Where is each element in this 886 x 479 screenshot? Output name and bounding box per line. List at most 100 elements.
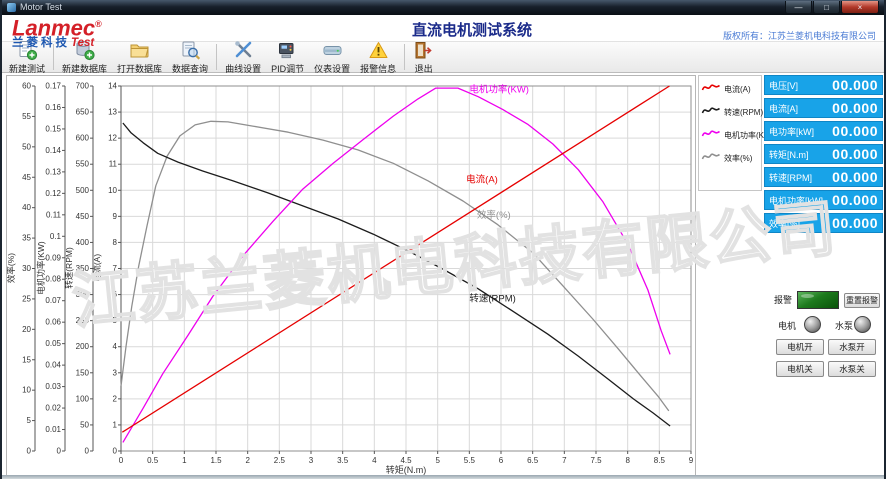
svg-text:5: 5: [113, 316, 118, 325]
readout-value: 00.000: [832, 77, 878, 93]
svg-text:0.11: 0.11: [46, 210, 62, 219]
svg-text:4: 4: [372, 456, 377, 465]
svg-text:50: 50: [80, 420, 89, 429]
chart-panel: 051015202530354045505560效率(%)00.010.020.…: [6, 75, 696, 476]
svg-text:3: 3: [113, 368, 118, 377]
svg-text:0.06: 0.06: [45, 318, 61, 327]
legend-label: 转速(RPM): [724, 107, 763, 118]
svg-text:400: 400: [76, 238, 90, 247]
svg-text:700: 700: [76, 82, 90, 91]
readout-row: 转速[RPM]00.000: [764, 167, 883, 187]
legend-item: 效率(%): [701, 149, 759, 167]
svg-text:0.15: 0.15: [45, 124, 61, 133]
readout-row: 电压[V]00.000: [764, 75, 883, 95]
readout-row: 电机功率[kW]00.000: [764, 190, 883, 210]
header: Lanmec® 兰菱科技Test 直流电机测试系统 版权所有：江苏兰菱机电科技有…: [2, 15, 884, 41]
legend-wave-icon: [701, 103, 721, 121]
svg-text:5: 5: [435, 456, 440, 465]
close-button[interactable]: ×: [841, 1, 879, 14]
legend-wave-icon: [701, 149, 721, 167]
svg-text:0: 0: [27, 447, 32, 456]
svg-text:550: 550: [76, 160, 90, 169]
logo-subtitle: 兰菱科技Test: [12, 38, 102, 48]
pid-tune-icon: [277, 40, 298, 64]
readout-value: 00.000: [832, 100, 878, 116]
svg-text:7: 7: [113, 264, 118, 273]
series-label: 电机功率(KW): [469, 83, 529, 95]
svg-text:转速(RPM): 转速(RPM): [64, 247, 74, 289]
toolbar-button-meter-settings[interactable]: 仪表设置: [309, 42, 355, 72]
toolbar: 新建测试新建数据库打开数据库数据查询曲线设置PID调节仪表设置报警信息退出: [2, 41, 884, 73]
motor-indicator: [804, 316, 821, 333]
logo-wordmark: Lanmec®: [12, 15, 102, 37]
svg-text:25: 25: [22, 294, 31, 303]
svg-text:13: 13: [108, 108, 117, 117]
chart-legend: 电流(A)转速(RPM)电机功率(KW)效率(%): [698, 75, 762, 191]
legend-label: 效率(%): [724, 153, 752, 164]
maximize-button[interactable]: □: [813, 1, 840, 14]
svg-text:0: 0: [57, 447, 62, 456]
toolbar-button-data-query[interactable]: 数据查询: [167, 42, 213, 72]
svg-text:电流(A): 电流(A): [92, 254, 102, 283]
legend-wave-icon: [701, 80, 721, 98]
gridlines: [121, 86, 691, 451]
motor-off-button[interactable]: 电机关: [776, 361, 824, 377]
minimize-button[interactable]: —: [785, 1, 812, 14]
pump-label: 水泵: [835, 322, 853, 331]
logo-subtitle-cn: 兰菱科技: [12, 37, 70, 49]
svg-text:效率(%): 效率(%): [7, 253, 16, 283]
readout-label: 效率[%]: [769, 217, 800, 230]
app-window: Motor Test —□× Lanmec® 兰菱科技Test 直流电机测试系统…: [0, 0, 886, 479]
svg-text:4.5: 4.5: [400, 456, 412, 465]
svg-text:0: 0: [113, 447, 118, 456]
readout-label: 电机功率[kW]: [769, 194, 823, 207]
svg-text:0.12: 0.12: [45, 189, 61, 198]
toolbar-button-exit[interactable]: 退出: [408, 42, 439, 72]
svg-text:15: 15: [22, 355, 31, 364]
meter-settings-icon: [322, 40, 343, 64]
curve-settings-icon: [233, 40, 254, 64]
motor-on-button[interactable]: 电机开: [776, 339, 824, 355]
series-label: 效率(%): [477, 209, 511, 221]
svg-text:60: 60: [22, 82, 31, 91]
toolbar-button-curve-settings[interactable]: 曲线设置: [220, 42, 266, 72]
svg-text:7.5: 7.5: [590, 456, 602, 465]
svg-text:650: 650: [76, 108, 90, 117]
svg-text:0: 0: [85, 447, 90, 456]
x-axis: 00.511.522.533.544.555.566.577.588.59转矩(…: [119, 451, 694, 475]
legend-item: 转速(RPM): [701, 103, 759, 121]
series-效率(%): [121, 121, 669, 411]
alarm-led-indicator: [797, 291, 839, 309]
copyright-text: 版权所有：江苏兰菱机电科技有限公司: [723, 29, 876, 42]
svg-text:0.16: 0.16: [45, 103, 61, 112]
exit-icon: [413, 40, 434, 64]
pump-off-button[interactable]: 水泵关: [828, 361, 876, 377]
toolbar-separator: [404, 44, 405, 70]
svg-text:1: 1: [113, 420, 118, 429]
toolbar-button-pid-tune[interactable]: PID调节: [266, 42, 309, 72]
svg-text:9: 9: [689, 456, 694, 465]
registered-mark-icon: ®: [95, 19, 102, 29]
svg-text:30: 30: [22, 264, 31, 273]
titlebar[interactable]: Motor Test —□×: [2, 0, 884, 15]
svg-text:7: 7: [562, 456, 567, 465]
page-title: 直流电机测试系统: [357, 19, 587, 40]
readout-value: 00.000: [832, 146, 878, 162]
svg-text:100: 100: [76, 394, 90, 403]
window-title: Motor Test: [20, 3, 62, 12]
svg-text:50: 50: [22, 142, 31, 151]
svg-text:6: 6: [113, 290, 118, 299]
svg-text:9: 9: [113, 212, 118, 221]
svg-text:0.05: 0.05: [45, 339, 61, 348]
readout-row: 电流[A]00.000: [764, 98, 883, 118]
pump-on-button[interactable]: 水泵开: [828, 339, 876, 355]
toolbar-button-alarm-info[interactable]: 报警信息: [355, 42, 401, 72]
motor-label: 电机: [778, 322, 796, 331]
series-label: 电流(A): [466, 173, 498, 185]
reset-alarm-button[interactable]: 重置报警: [844, 293, 880, 308]
readout-value: 00.000: [832, 215, 878, 231]
toolbar-button-open-database[interactable]: 打开数据库: [112, 42, 167, 72]
window-bottom-frame: [2, 475, 884, 479]
data-query-icon: [180, 40, 201, 64]
svg-text:40: 40: [22, 203, 31, 212]
